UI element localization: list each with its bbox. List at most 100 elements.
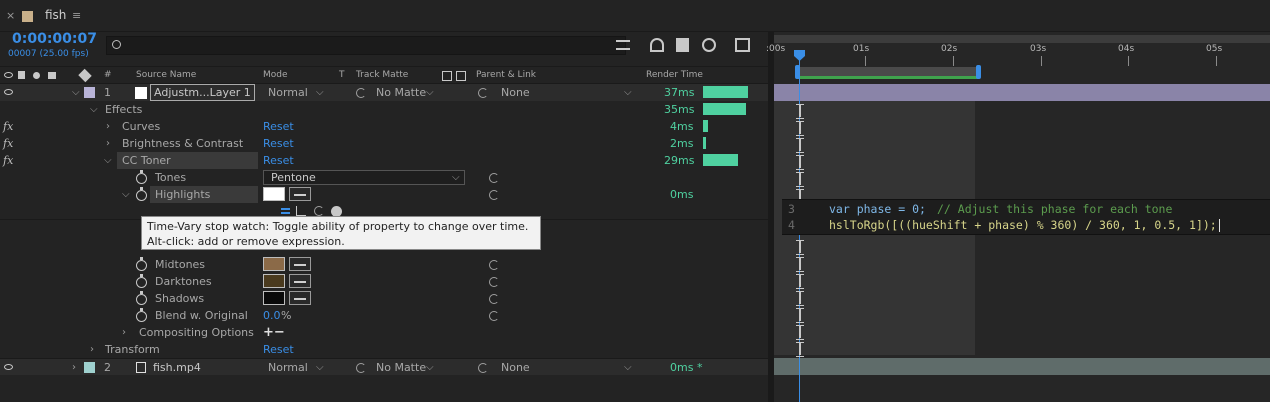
effects-row[interactable]: ⌵ Effects 35ms	[0, 101, 768, 118]
layer-2-bar[interactable]	[774, 358, 1270, 375]
layer-row-1[interactable]: ⌵ 1 Adjustm...Layer 1 Normal ⌵ No Matte …	[0, 84, 768, 101]
keyframe-marker[interactable]	[796, 342, 804, 357]
label-tag-icon[interactable]	[78, 68, 92, 83]
parent-pickwhip-icon[interactable]	[478, 363, 488, 373]
parent-chevron-icon[interactable]: ⌵	[624, 359, 632, 376]
color-swatch[interactable]	[263, 291, 285, 305]
layer-1-bar[interactable]	[774, 84, 1270, 101]
keyframe-marker[interactable]	[796, 240, 804, 255]
expression-pickwhip-icon[interactable]	[489, 260, 499, 270]
mode-chevron-icon[interactable]: ⌵	[316, 359, 324, 376]
transform-row[interactable]: › Transform Reset	[0, 341, 768, 358]
color-swatch[interactable]	[263, 187, 285, 201]
property-row-midtones[interactable]: Midtones	[0, 256, 768, 273]
layer-label-color[interactable]	[84, 87, 95, 98]
track-matte-select[interactable]: No Matte	[376, 359, 426, 376]
reset-link[interactable]: Reset	[263, 135, 294, 152]
keyframe-marker[interactable]	[796, 172, 804, 187]
eyedropper-icon[interactable]	[289, 291, 311, 305]
draft-3d-icon[interactable]	[616, 40, 630, 50]
track-matte-select[interactable]: No Matte	[376, 84, 426, 101]
effect-twirl-icon[interactable]: ⌵	[104, 152, 112, 169]
motion-blur-icon[interactable]	[702, 38, 716, 52]
matte-chevron-icon[interactable]: ⌵	[426, 84, 434, 101]
layer-eye-icon[interactable]	[4, 364, 13, 370]
keyframe-marker[interactable]	[796, 291, 804, 306]
stopwatch-icon[interactable]	[136, 291, 147, 305]
shy-layers-icon[interactable]	[650, 38, 664, 52]
tab-menu-icon[interactable]: ≡	[72, 7, 81, 24]
keyframe-marker[interactable]	[796, 155, 804, 170]
layer-name[interactable]: fish.mp4	[153, 359, 201, 376]
parent-chevron-icon[interactable]: ⌵	[624, 84, 632, 101]
fx-icon[interactable]: fx	[3, 135, 13, 152]
stopwatch-icon[interactable]	[136, 170, 147, 184]
property-row-blend[interactable]: Blend w. Original 0.0 %	[0, 307, 768, 324]
property-twirl-icon[interactable]: ⌵	[122, 186, 130, 203]
layer-name[interactable]: Adjustm...Layer 1	[150, 84, 255, 101]
property-row-shadows[interactable]: Shadows	[0, 290, 768, 307]
time-navigator[interactable]	[774, 35, 1270, 43]
property-twirl-icon[interactable]: ›	[122, 324, 126, 341]
property-row-compositing[interactable]: › Compositing Options +−	[0, 324, 768, 341]
matte-chevron-icon[interactable]: ⌵	[426, 359, 434, 376]
stopwatch-icon[interactable]	[136, 274, 147, 288]
effects-twirl-icon[interactable]: ⌵	[90, 101, 98, 118]
keyframe-marker[interactable]	[796, 121, 804, 136]
audio-icon[interactable]	[18, 71, 25, 79]
solo-icon[interactable]	[33, 72, 40, 79]
work-area-end-handle[interactable]	[976, 65, 981, 79]
effect-row-curves[interactable]: fx › Curves Reset 4ms	[0, 118, 768, 135]
eye-icon[interactable]	[4, 72, 13, 78]
expression-editor[interactable]: 3 var phase = 0; // Adjust this phase fo…	[782, 199, 1270, 235]
eyedropper-icon[interactable]	[289, 257, 311, 271]
work-area-bar[interactable]	[798, 67, 978, 79]
color-swatch[interactable]	[263, 257, 285, 271]
effect-row-brightness-contrast[interactable]: fx › Brightness & Contrast Reset 2ms	[0, 135, 768, 152]
expression-pickwhip-icon[interactable]	[314, 206, 324, 216]
layer-row-2[interactable]: › 2 fish.mp4 Normal ⌵ No Matte ⌵ None ⌵ …	[0, 358, 768, 375]
tab-title[interactable]: fish	[45, 7, 66, 24]
keyframe-marker[interactable]	[796, 274, 804, 289]
frame-blending-icon[interactable]	[676, 38, 689, 52]
parent-select[interactable]: None	[501, 84, 530, 101]
search-field[interactable]	[106, 36, 626, 55]
parent-select[interactable]: None	[501, 359, 530, 376]
enable-expression-icon[interactable]	[281, 208, 290, 214]
color-swatch[interactable]	[263, 274, 285, 288]
keyframe-marker[interactable]	[796, 138, 804, 153]
eyedropper-icon[interactable]	[289, 187, 311, 201]
reset-link[interactable]: Reset	[263, 118, 294, 135]
parent-pickwhip-icon[interactable]	[478, 88, 488, 98]
fx-icon[interactable]: fx	[3, 118, 13, 135]
transform-reset-link[interactable]: Reset	[263, 341, 294, 358]
expression-pickwhip-icon[interactable]	[489, 311, 499, 321]
effect-row-cc-toner[interactable]: fx ⌵ CC Toner Reset 29ms	[0, 152, 768, 169]
stopwatch-icon[interactable]	[136, 187, 147, 201]
fx-icon[interactable]: fx	[3, 152, 13, 169]
graph-editor-icon[interactable]	[735, 38, 750, 52]
keyframe-marker[interactable]	[796, 308, 804, 323]
property-row-darktones[interactable]: Darktones	[0, 273, 768, 290]
keyframe-marker[interactable]	[796, 104, 804, 119]
effect-twirl-icon[interactable]: ›	[106, 118, 110, 135]
mode-select[interactable]: Normal	[268, 359, 308, 376]
pickwhip-icon[interactable]	[356, 363, 366, 373]
graph-icon[interactable]	[296, 206, 306, 216]
expression-pickwhip-icon[interactable]	[489, 190, 499, 200]
layer-label-color[interactable]	[84, 362, 95, 373]
layer-twirl-icon[interactable]: ⌵	[72, 84, 80, 101]
keyframe-marker[interactable]	[796, 257, 804, 272]
stopwatch-icon[interactable]	[136, 257, 147, 271]
lock-icon[interactable]	[48, 72, 56, 79]
effect-twirl-icon[interactable]: ›	[106, 135, 110, 152]
expression-pickwhip-icon[interactable]	[489, 294, 499, 304]
property-row-tones[interactable]: Tones Pentone ⌵	[0, 169, 768, 186]
timecode[interactable]: 0:00:00:07	[12, 31, 97, 47]
blend-value[interactable]: 0.0	[263, 307, 281, 324]
keyframe-marker[interactable]	[796, 325, 804, 340]
reset-link[interactable]: Reset	[263, 152, 294, 169]
stopwatch-icon[interactable]	[136, 308, 147, 322]
eyedropper-icon[interactable]	[289, 274, 311, 288]
search-input[interactable]	[129, 38, 609, 53]
